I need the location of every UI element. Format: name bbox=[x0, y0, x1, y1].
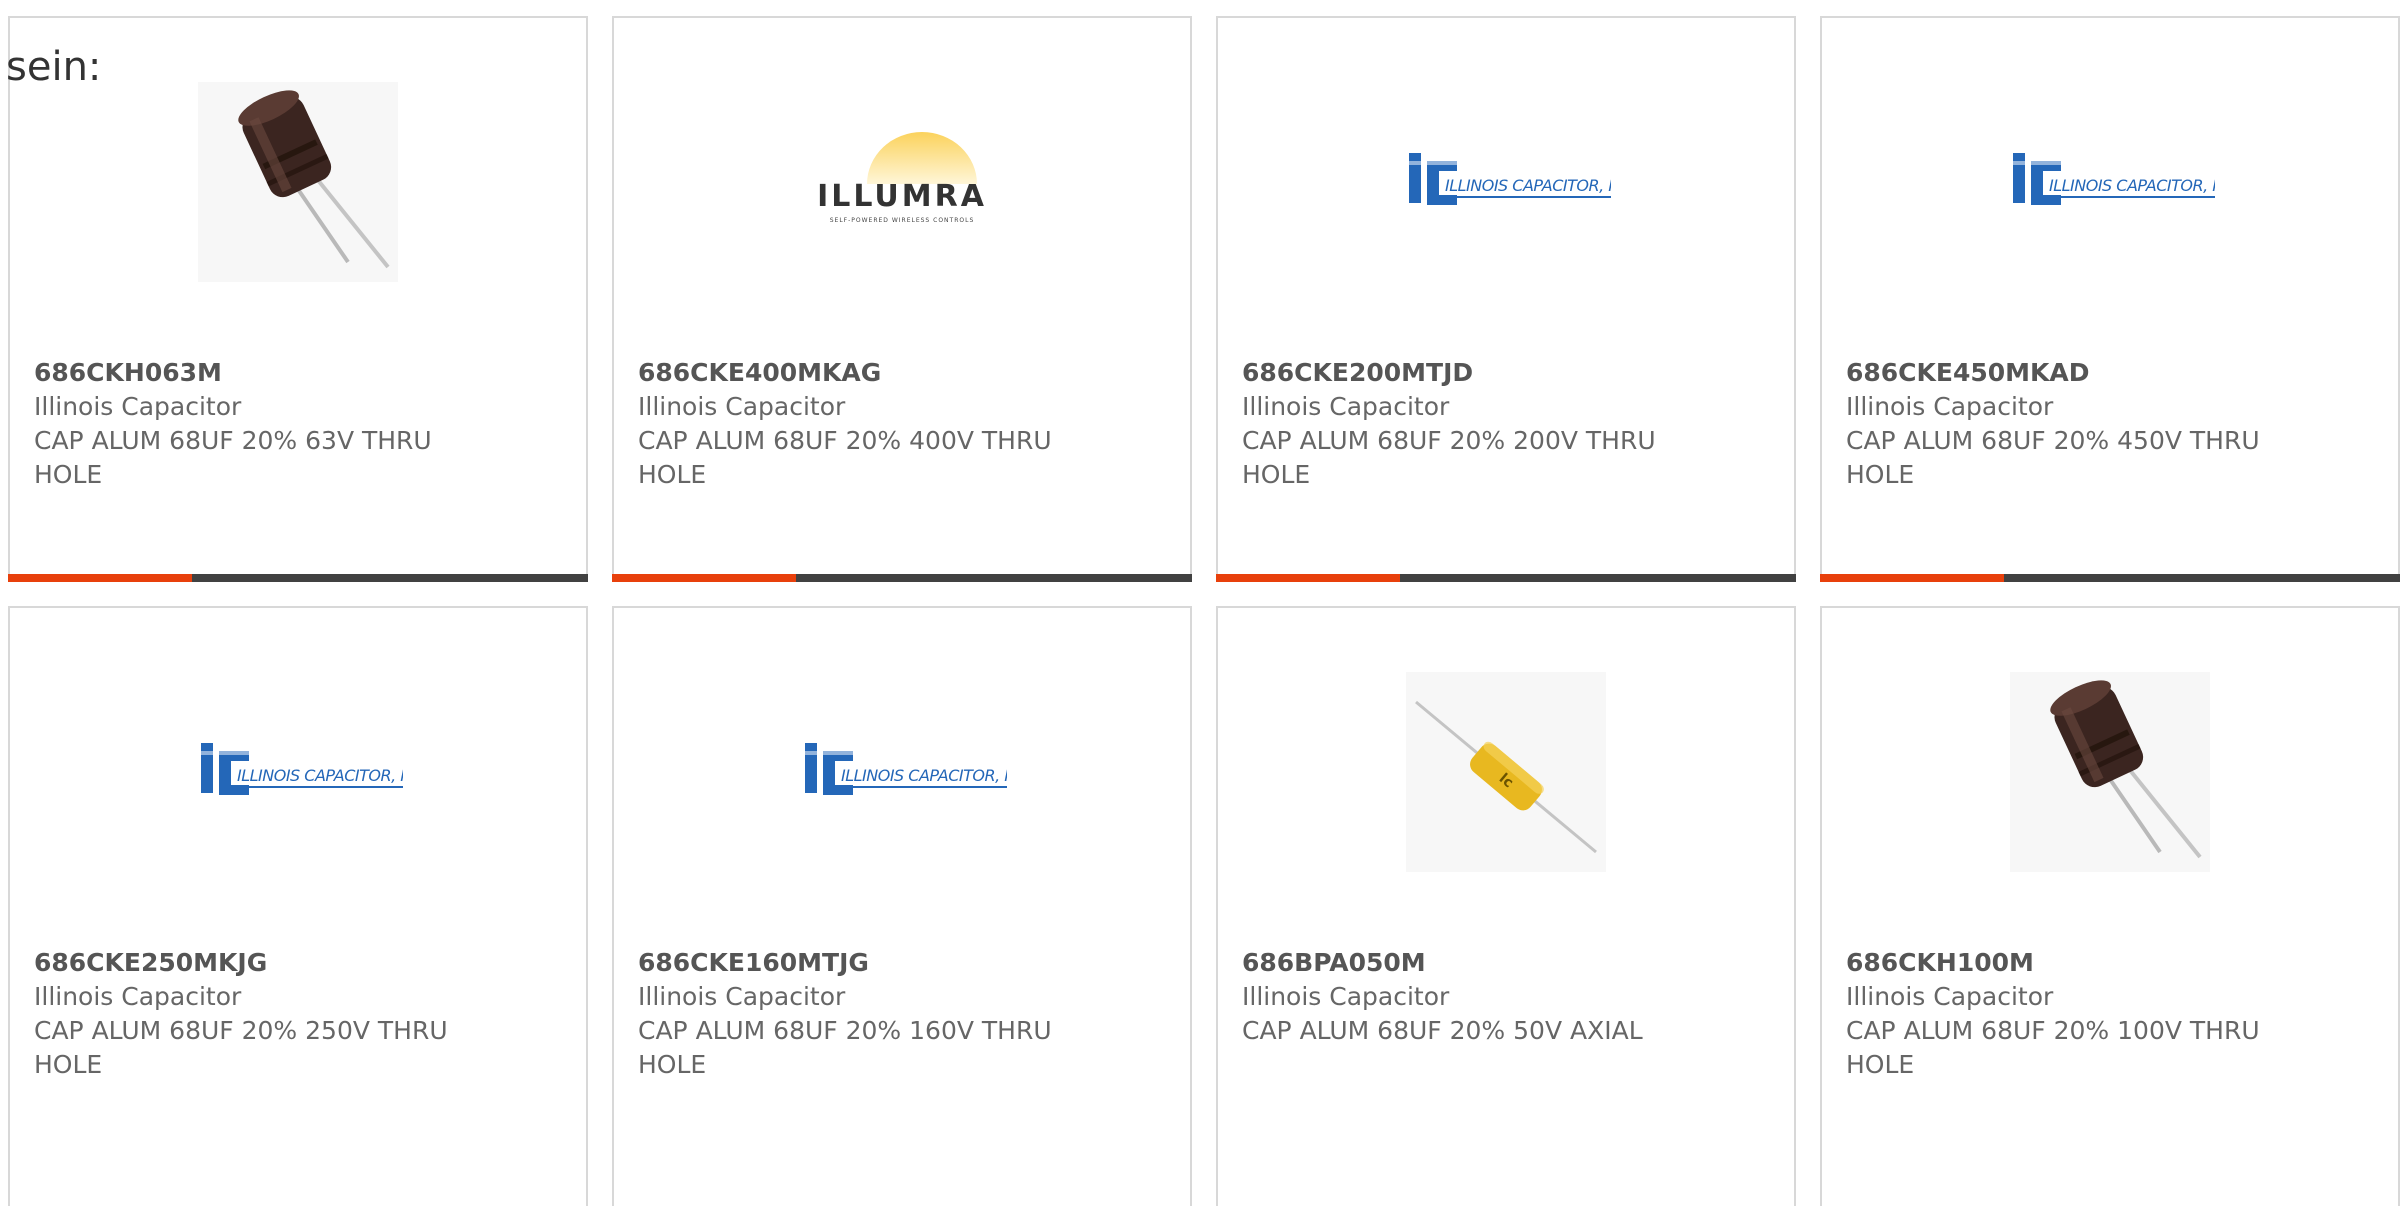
product-card[interactable]: ILLUMRA SELF-POWERED WIRELESS CONTROLS 6… bbox=[612, 16, 1192, 582]
product-grid: 686CKH063M Illinois Capacitor CAP ALUM 6… bbox=[8, 16, 2400, 1206]
manufacturer: Illinois Capacitor bbox=[34, 392, 242, 421]
card-accent bbox=[1216, 574, 1400, 582]
part-number[interactable]: 686CKE400MKAG bbox=[638, 356, 1170, 390]
description: CAP ALUM 68UF 20% 400V THRU HOLE bbox=[638, 426, 1052, 489]
radial-capacitor-icon bbox=[198, 82, 398, 282]
product-info: 686BPA050M Illinois Capacitor CAP ALUM 6… bbox=[1242, 946, 1774, 1048]
svg-text:ILLINOIS CAPACITOR, INC.: ILLINOIS CAPACITOR, INC. bbox=[2049, 176, 2215, 195]
product-card[interactable]: lc 686BPA050M Illinois Capacitor CAP ALU… bbox=[1216, 606, 1796, 1206]
manufacturer: Illinois Capacitor bbox=[1242, 392, 1450, 421]
svg-text:ILLINOIS CAPACITOR, INC.: ILLINOIS CAPACITOR, INC. bbox=[1445, 176, 1611, 195]
illinois-capacitor-logo-icon: ILLINOIS CAPACITOR, INC. bbox=[1409, 153, 1611, 205]
card-bottom-bar bbox=[8, 574, 588, 582]
manufacturer: Illinois Capacitor bbox=[1242, 982, 1450, 1011]
description: CAP ALUM 68UF 20% 50V AXIAL bbox=[1242, 1016, 1643, 1045]
product-info: 686CKE250MKJG Illinois Capacitor CAP ALU… bbox=[34, 946, 566, 1082]
product-image[interactable]: ILLINOIS CAPACITOR, INC. bbox=[614, 672, 1190, 872]
product-card[interactable]: 686CKH063M Illinois Capacitor CAP ALUM 6… bbox=[8, 16, 588, 582]
product-card[interactable]: ILLINOIS CAPACITOR, INC. 686CKE450MKAD I… bbox=[1820, 16, 2400, 582]
product-image[interactable] bbox=[10, 82, 586, 282]
radial-capacitor-icon bbox=[2010, 672, 2210, 872]
card-accent bbox=[8, 574, 192, 582]
product-image[interactable]: lc bbox=[1218, 672, 1794, 872]
manufacturer: Illinois Capacitor bbox=[638, 392, 846, 421]
part-number[interactable]: 686BPA050M bbox=[1242, 946, 1774, 980]
card-accent bbox=[1820, 574, 2004, 582]
product-image[interactable]: ILLINOIS CAPACITOR, INC. bbox=[1822, 82, 2398, 282]
svg-text:ILLINOIS CAPACITOR, INC.: ILLINOIS CAPACITOR, INC. bbox=[841, 766, 1007, 785]
description: CAP ALUM 68UF 20% 250V THRU HOLE bbox=[34, 1016, 448, 1079]
part-number[interactable]: 686CKE450MKAD bbox=[1846, 356, 2378, 390]
card-accent bbox=[612, 574, 796, 582]
axial-capacitor-icon: lc bbox=[1406, 672, 1606, 872]
product-image[interactable]: ILLINOIS CAPACITOR, INC. bbox=[1218, 82, 1794, 282]
intro-text: sein: bbox=[6, 44, 102, 90]
product-image[interactable]: ILLINOIS CAPACITOR, INC. bbox=[10, 672, 586, 872]
product-image[interactable] bbox=[1822, 672, 2398, 872]
product-info: 686CKE450MKAD Illinois Capacitor CAP ALU… bbox=[1846, 356, 2378, 492]
manufacturer: Illinois Capacitor bbox=[1846, 392, 2054, 421]
part-number[interactable]: 686CKE200MTJD bbox=[1242, 356, 1774, 390]
manufacturer: Illinois Capacitor bbox=[1846, 982, 2054, 1011]
description: CAP ALUM 68UF 20% 160V THRU HOLE bbox=[638, 1016, 1052, 1079]
manufacturer: Illinois Capacitor bbox=[34, 982, 242, 1011]
illumra-logo-icon: ILLUMRA SELF-POWERED WIRELESS CONTROLS bbox=[817, 132, 987, 224]
illinois-capacitor-logo-icon: ILLINOIS CAPACITOR, INC. bbox=[805, 743, 1007, 795]
product-card[interactable]: ILLINOIS CAPACITOR, INC. 686CKE250MKJG I… bbox=[8, 606, 588, 1206]
product-image[interactable]: ILLUMRA SELF-POWERED WIRELESS CONTROLS bbox=[614, 82, 1190, 282]
part-number[interactable]: 686CKE160MTJG bbox=[638, 946, 1170, 980]
svg-text:SELF-POWERED WIRELESS CONTROLS: SELF-POWERED WIRELESS CONTROLS bbox=[830, 217, 975, 224]
illinois-capacitor-logo-icon: ILLINOIS CAPACITOR, INC. bbox=[2013, 153, 2215, 205]
illinois-capacitor-logo-icon: ILLINOIS CAPACITOR, INC. bbox=[201, 743, 403, 795]
card-bottom-bar bbox=[612, 574, 1192, 582]
description: CAP ALUM 68UF 20% 200V THRU HOLE bbox=[1242, 426, 1656, 489]
product-info: 686CKE160MTJG Illinois Capacitor CAP ALU… bbox=[638, 946, 1170, 1082]
part-number[interactable]: 686CKE250MKJG bbox=[34, 946, 566, 980]
description: CAP ALUM 68UF 20% 100V THRU HOLE bbox=[1846, 1016, 2260, 1079]
svg-text:ILLUMRA: ILLUMRA bbox=[817, 179, 987, 214]
description: CAP ALUM 68UF 20% 450V THRU HOLE bbox=[1846, 426, 2260, 489]
product-card[interactable]: 686CKH100M Illinois Capacitor CAP ALUM 6… bbox=[1820, 606, 2400, 1206]
part-number[interactable]: 686CKH100M bbox=[1846, 946, 2378, 980]
description: CAP ALUM 68UF 20% 63V THRU HOLE bbox=[34, 426, 432, 489]
card-bottom-bar bbox=[1216, 574, 1796, 582]
product-info: 686CKH063M Illinois Capacitor CAP ALUM 6… bbox=[34, 356, 566, 492]
manufacturer: Illinois Capacitor bbox=[638, 982, 846, 1011]
product-info: 686CKE200MTJD Illinois Capacitor CAP ALU… bbox=[1242, 356, 1774, 492]
product-card[interactable]: ILLINOIS CAPACITOR, INC. 686CKE200MTJD I… bbox=[1216, 16, 1796, 582]
product-info: 686CKH100M Illinois Capacitor CAP ALUM 6… bbox=[1846, 946, 2378, 1082]
part-number[interactable]: 686CKH063M bbox=[34, 356, 566, 390]
product-info: 686CKE400MKAG Illinois Capacitor CAP ALU… bbox=[638, 356, 1170, 492]
product-card[interactable]: ILLINOIS CAPACITOR, INC. 686CKE160MTJG I… bbox=[612, 606, 1192, 1206]
card-bottom-bar bbox=[1820, 574, 2400, 582]
svg-text:ILLINOIS CAPACITOR, INC.: ILLINOIS CAPACITOR, INC. bbox=[237, 766, 403, 785]
